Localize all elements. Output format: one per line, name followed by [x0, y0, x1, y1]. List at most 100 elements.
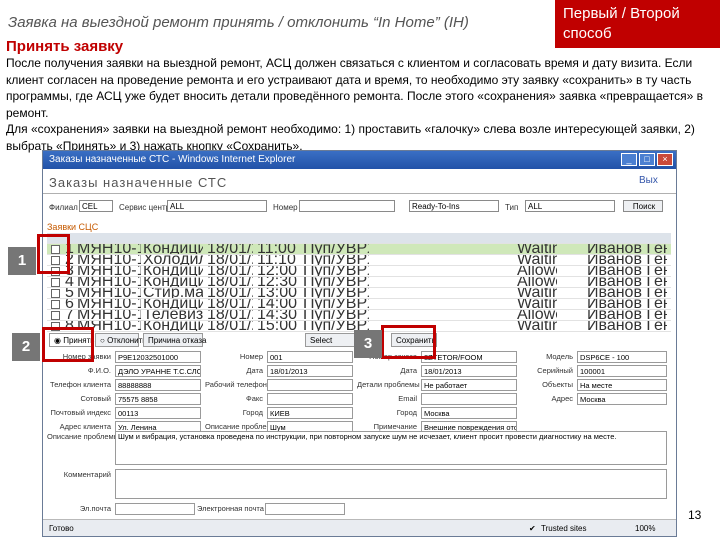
cell-city: Пуп/УВРУПА [303, 288, 369, 298]
field-label: Адрес клиента [59, 422, 111, 431]
field-value[interactable] [267, 379, 353, 391]
reject-label: Отклонить [107, 336, 147, 345]
field-label: Примечание [373, 422, 417, 431]
field-value[interactable]: На месте [577, 379, 667, 391]
cell-status: Waiting [517, 288, 557, 298]
cell-owner: Иванов Ген.Бенд. [587, 244, 667, 254]
slide-title: Заявка на выездной ремонт принять / откл… [8, 14, 469, 31]
close-icon[interactable]: × [657, 153, 673, 166]
field-value[interactable]: Москва [421, 407, 517, 419]
email-label: Эл.почта [79, 504, 111, 513]
field-value[interactable] [421, 393, 517, 405]
table-row[interactable]: 4МЯН10-11-17 Р06Кондиционер 18/01/2013 12:… [47, 277, 671, 288]
type-select[interactable]: ALL [525, 200, 615, 212]
cell-status: Waiting [517, 299, 557, 309]
search-button[interactable]: Поиск [623, 200, 663, 212]
field-label: Почтовый индекс [50, 408, 111, 417]
cell-job: МЯН10-11-17 Р07 [77, 288, 141, 298]
field-value[interactable]: Москва [577, 393, 667, 405]
status-select[interactable]: Ready-To-Ins [409, 200, 499, 212]
table-row[interactable]: 7МЯН10-11-17 Р09Телевизор 18/01/2013 14:30… [47, 310, 671, 321]
minimize-icon[interactable]: _ [621, 153, 637, 166]
email-row: Эл.почта Электронная почта [47, 503, 671, 516]
cell-date: 18/01/2013 [207, 266, 253, 276]
callout-1: 1 [8, 247, 36, 275]
trusted-sites-icon: ✔ [529, 524, 536, 533]
field-label: Ф.И.О. [87, 366, 111, 375]
cell-city: Пуп/УВРУПА [303, 266, 369, 276]
cell-owner: Иванов Ген.Бенд. [587, 288, 667, 298]
cell-owner: Иванов Ген.Бенд. [587, 266, 667, 276]
zoom-level[interactable]: 100% [635, 520, 655, 536]
cell-model: Стир.машина [143, 288, 203, 298]
cell-job: МЯН10-11-17 Р06 [77, 277, 141, 287]
number-label: Номер [273, 203, 298, 212]
row-checkbox[interactable] [51, 300, 60, 309]
list-title: Заявки СЦС [47, 222, 99, 232]
field-value[interactable]: ДЭЛО УРАННЕ Т.С.СЛОЛОТ [115, 365, 201, 377]
cell-model: Кондиционер [143, 266, 203, 276]
form-row: Телефон клиента 88888888 Рабочий телефон Де… [47, 379, 671, 392]
field-value[interactable]: 18/01/2013 [421, 365, 517, 377]
cell-model: Кондиционер [143, 244, 203, 254]
table-row[interactable]: 5МЯН10-11-17 Р07Стир.машина 18/01/2013 13:… [47, 288, 671, 299]
field-value[interactable]: 100001 [577, 365, 667, 377]
cell-model: Кондиционер [143, 299, 203, 309]
note-field[interactable] [115, 469, 667, 499]
field-label: Модель [546, 352, 573, 361]
highlight-accept [42, 327, 94, 362]
radio-empty-icon: ○ [100, 336, 108, 345]
form-row: Почтовый индекс 00113 Город КИЕВ Город Москва [47, 407, 671, 420]
note-row: Комментарий [47, 469, 671, 499]
field-value[interactable]: 18/01/2013 [267, 365, 353, 377]
table-row[interactable]: 3МЯН10-11-17 Р05Кондиционер18/01/201312:… [47, 266, 671, 277]
orders-table: 1МЯН10-11-17 Р03Кондиционер18/01/201311:… [47, 233, 671, 332]
field-value[interactable]: 88888888 [115, 379, 201, 391]
email-field[interactable] [115, 503, 195, 515]
reason-select[interactable]: Select [305, 333, 355, 347]
cell-status: Allowed [517, 310, 557, 320]
cell-owner: Иванов Ген.Бенд. [587, 299, 667, 309]
field-value[interactable]: КИЕВ [267, 407, 353, 419]
field-value[interactable]: DSP6CE - 100 [577, 351, 667, 363]
number-input[interactable] [299, 200, 395, 212]
reject-radio[interactable]: ○ Отклонить [95, 333, 146, 347]
table-row[interactable]: 1МЯН10-11-17 Р03Кондиционер18/01/201311:… [47, 244, 671, 255]
field-label: Адрес [551, 394, 573, 403]
cell-date: 18/01/2013 [207, 244, 253, 254]
slide-subtitle: Принять заявку [6, 38, 124, 55]
field-label: Объекты [542, 380, 573, 389]
field-value[interactable]: 75575 8858 [115, 393, 201, 405]
table-row[interactable]: 6МЯН10-11-17 Р08Кондиционер 18/01/2013 14:… [47, 299, 671, 310]
comment-field[interactable]: Шум и вибрация, установка проведена по и… [115, 431, 667, 465]
email2-field[interactable] [265, 503, 345, 515]
field-label: Описание проблемы [205, 422, 278, 431]
exit-link[interactable]: Вых [639, 175, 658, 186]
description: После получения заявки на выездной ремон… [6, 55, 718, 154]
branch-select[interactable]: CEL [79, 200, 113, 212]
callout-3: 3 [354, 330, 382, 358]
field-value[interactable]: 00113 [115, 407, 201, 419]
cell-city: Пуп/УВРУПА [303, 310, 369, 320]
row-checkbox[interactable] [51, 289, 60, 298]
field-value[interactable] [267, 393, 353, 405]
row-checkbox[interactable] [51, 278, 60, 287]
cell-time: 14:00 [257, 299, 297, 309]
comment-label: Описание проблемы [47, 432, 120, 441]
field-value[interactable]: 001 [267, 351, 353, 363]
cell-date: 18/01/2013 [207, 288, 253, 298]
service-center-select[interactable]: ALL [167, 200, 267, 212]
cell-job: МЯН10-11-17 Р08 [77, 299, 141, 309]
table-row[interactable]: 2МЯН10-11-17 Р04Холодильник18/01/201311:… [47, 255, 671, 266]
cell-city: Пуп/УВРУПА [303, 255, 369, 265]
row-checkbox[interactable] [51, 311, 60, 320]
cell-job: МЯН10-11-17 Р04 [77, 255, 141, 265]
cell-date: 18/01/2013 [207, 299, 253, 309]
field-value[interactable]: Не работает [421, 379, 517, 391]
field-label: Серийный [537, 366, 573, 375]
field-value[interactable]: P9E12032501000 [115, 351, 201, 363]
cell-date: 18/01/2013 [207, 255, 253, 265]
maximize-icon[interactable]: □ [639, 153, 655, 166]
cell-job: МЯН10-11-17 Р09 [77, 310, 141, 320]
cell-status: Waiting [517, 255, 557, 265]
